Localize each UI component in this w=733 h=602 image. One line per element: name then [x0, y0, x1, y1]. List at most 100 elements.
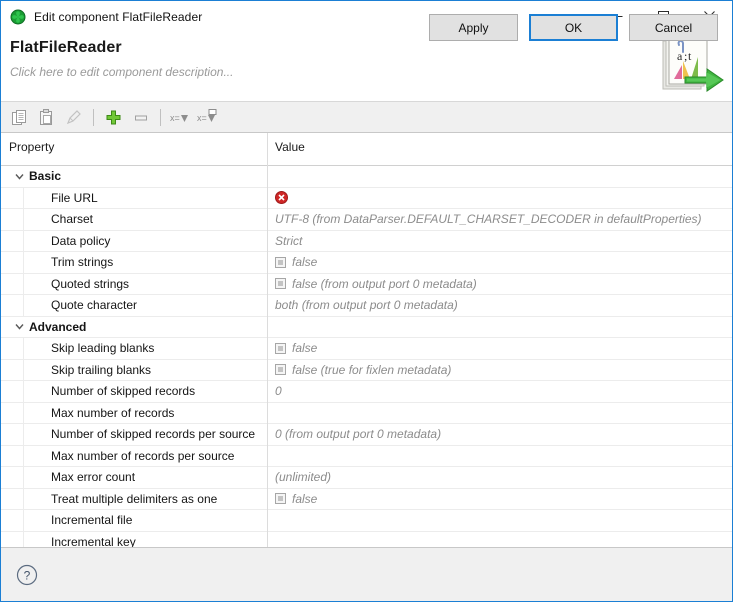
table-row[interactable]: Skip trailing blanks false (true for fixl…	[1, 360, 732, 382]
chevron-down-icon[interactable]	[11, 319, 27, 335]
property-value-cell[interactable]: 0	[267, 381, 732, 402]
copy-icon[interactable]	[7, 105, 31, 129]
svg-text:x=: x=	[197, 113, 207, 123]
property-name-cell[interactable]: Quote character	[1, 295, 267, 316]
property-value-cell[interactable]: (unlimited)	[267, 467, 732, 488]
property-table: Property Value Basic File URL Charset UTF-8…	[1, 133, 732, 548]
property-value-text: 0	[275, 384, 282, 398]
value-checkbox[interactable]	[275, 257, 286, 268]
property-value-cell[interactable]: both (from output port 0 metadata)	[267, 295, 732, 316]
property-name-cell[interactable]: File URL	[1, 188, 267, 209]
dialog-buttons: Apply OK Cancel	[429, 14, 718, 41]
page-title: FlatFileReader	[10, 39, 122, 57]
column-header-value[interactable]: Value	[275, 140, 305, 154]
property-value-cell[interactable]	[267, 317, 732, 338]
table-row[interactable]: Charset UTF-8 (from DataParser.DEFAULT_CH…	[1, 209, 732, 231]
value-checkbox[interactable]	[275, 343, 286, 354]
property-value-cell[interactable]: false (true for fixlen metadata)	[267, 360, 732, 381]
property-name-cell[interactable]: Charset	[1, 209, 267, 230]
property-name-cell[interactable]: Quoted strings	[1, 274, 267, 295]
property-name-cell[interactable]: Incremental key	[1, 532, 267, 549]
property-name-cell[interactable]: Max number of records	[1, 403, 267, 424]
property-value-cell[interactable]: false	[267, 338, 732, 359]
property-value-cell[interactable]: UTF-8 (from DataParser.DEFAULT_CHARSET_D…	[267, 209, 732, 230]
property-name-cell[interactable]: Trim strings	[1, 252, 267, 273]
property-value-cell[interactable]: 0 (from output port 0 metadata)	[267, 424, 732, 445]
property-value-text: 0 (from output port 0 metadata)	[275, 427, 441, 441]
table-row[interactable]: Number of skipped records 0	[1, 381, 732, 403]
cancel-button[interactable]: Cancel	[629, 14, 718, 41]
x-equals-flag-icon[interactable]: x=	[195, 105, 219, 129]
table-group-row[interactable]: Advanced	[1, 317, 732, 339]
property-label: Skip trailing blanks	[51, 363, 151, 377]
flat-file-reader-component-icon: a ; t	[657, 35, 725, 97]
property-value-text: UTF-8 (from DataParser.DEFAULT_CHARSET_D…	[275, 212, 702, 226]
property-name-cell[interactable]: Skip trailing blanks	[1, 360, 267, 381]
value-checkbox[interactable]	[275, 364, 286, 375]
property-value-cell[interactable]: false	[267, 252, 732, 273]
property-name-cell[interactable]: Number of skipped records	[1, 381, 267, 402]
property-name-cell[interactable]: Data policy	[1, 231, 267, 252]
value-checkbox[interactable]	[275, 493, 286, 504]
table-row[interactable]: Data policy Strict	[1, 231, 732, 253]
column-divider[interactable]	[267, 133, 268, 547]
ok-button[interactable]: OK	[529, 14, 618, 41]
property-name-cell[interactable]: Treat multiple delimiters as one	[1, 489, 267, 510]
property-label: Treat multiple delimiters as one	[51, 492, 217, 506]
property-label: Quote character	[51, 298, 137, 312]
x-equals-y-icon[interactable]: x=	[168, 105, 192, 129]
table-row[interactable]: Quoted stringsfalse (from output port 0 …	[1, 274, 732, 296]
property-name-cell[interactable]: Max error count	[1, 467, 267, 488]
property-label: Incremental key	[51, 535, 136, 548]
toolbar-separator	[93, 109, 94, 126]
chevron-down-icon[interactable]	[11, 168, 27, 184]
property-value-cell[interactable]: false (from output port 0 metadata)	[267, 274, 732, 295]
property-name-cell[interactable]: Advanced	[1, 317, 267, 338]
group-label: Basic	[29, 169, 61, 183]
minus-icon[interactable]	[128, 105, 152, 129]
property-name-cell[interactable]: Number of skipped records per source	[1, 424, 267, 445]
property-label: Number of skipped records per source	[51, 427, 255, 441]
property-value-cell[interactable]	[267, 166, 732, 187]
table-row[interactable]: Skip leading blanks false	[1, 338, 732, 360]
paste-icon[interactable]	[34, 105, 58, 129]
property-value-text: false (true for fixlen metadata)	[292, 363, 451, 377]
table-row[interactable]: Max number of records	[1, 403, 732, 425]
property-name-cell[interactable]: Basic	[1, 166, 267, 187]
plus-icon[interactable]	[101, 105, 125, 129]
table-group-row[interactable]: Basic	[1, 166, 732, 188]
property-value-cell[interactable]	[267, 446, 732, 467]
column-header-property[interactable]: Property	[9, 140, 54, 154]
property-value-text: Strict	[275, 234, 302, 248]
table-row[interactable]: Max error count (unlimited)	[1, 467, 732, 489]
table-row[interactable]: Incremental file	[1, 510, 732, 532]
table-row[interactable]: Quote character both (from output port 0 …	[1, 295, 732, 317]
property-value-cell[interactable]	[267, 188, 732, 209]
window-title: Edit component FlatFileReader	[34, 10, 202, 24]
property-value-cell[interactable]	[267, 403, 732, 424]
svg-text:x=: x=	[170, 113, 180, 123]
property-value-cell[interactable]: Strict	[267, 231, 732, 252]
table-row[interactable]: Number of skipped records per source 0 (f…	[1, 424, 732, 446]
property-value-cell[interactable]: false	[267, 489, 732, 510]
property-label: Skip leading blanks	[51, 341, 154, 355]
svg-text:?: ?	[24, 569, 31, 583]
property-name-cell[interactable]: Max number of records per source	[1, 446, 267, 467]
property-name-cell[interactable]: Incremental file	[1, 510, 267, 531]
table-row[interactable]: File URL	[1, 188, 732, 210]
table-row[interactable]: Max number of records per source	[1, 446, 732, 468]
question-mark-icon[interactable]: ?	[16, 564, 38, 591]
property-toolbar: x= x=	[1, 102, 732, 133]
property-name-cell[interactable]: Skip leading blanks	[1, 338, 267, 359]
property-value-cell[interactable]	[267, 510, 732, 531]
property-label: File URL	[51, 191, 98, 205]
component-description-field[interactable]: Click here to edit component description…	[10, 65, 233, 79]
value-checkbox[interactable]	[275, 278, 286, 289]
apply-button[interactable]: Apply	[429, 14, 518, 41]
property-value-cell[interactable]	[267, 532, 732, 549]
table-row[interactable]: Trim stringsfalse	[1, 252, 732, 274]
property-label: Max error count	[51, 470, 135, 484]
table-row[interactable]: Treat multiple delimiters as one false	[1, 489, 732, 511]
property-value-text: both (from output port 0 metadata)	[275, 298, 458, 312]
table-row[interactable]: Incremental key	[1, 532, 732, 549]
